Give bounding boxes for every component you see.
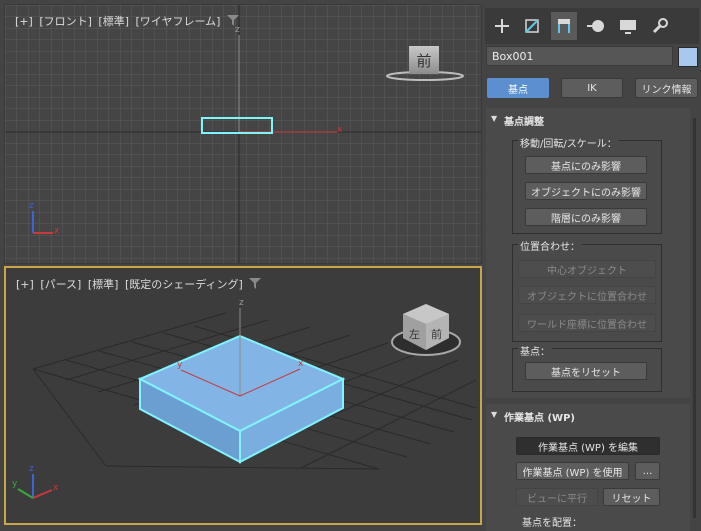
viewport-pov-menu[interactable]: [パース] — [40, 278, 81, 291]
viewcube-face-label: 前 — [416, 51, 432, 70]
create-plus-icon — [495, 19, 509, 33]
hierarchy-icon — [558, 19, 570, 33]
command-panel: Box001 基点 IK リンク情報 ▼ 基点調整 移動/回転/スケール： 基点… — [483, 0, 701, 531]
rollout-adjust-pivot-title[interactable]: 基点調整 — [504, 113, 544, 128]
use-working-pivot-button[interactable]: 作業基点 (WP) を使用 — [516, 462, 629, 480]
affect-pivot-only-button[interactable]: 基点にのみ影響 — [525, 156, 647, 174]
center-to-object-button[interactable]: 中心オブジェクト — [518, 260, 656, 278]
front-viewport[interactable]: z x z x [+] [フロント] [標準] [ワイヤフレーム] 前 — [4, 4, 482, 264]
ik-mode-button[interactable]: IK — [561, 78, 623, 98]
perspective-viewport[interactable]: z y x z x y [+] [パース] [標準] [既定のシェーディング] … — [4, 266, 482, 525]
tab-hierarchy[interactable] — [551, 12, 577, 40]
reset-working-pivot-button[interactable]: リセット — [603, 488, 660, 506]
object-name-field[interactable]: Box001 — [486, 46, 673, 66]
tab-display[interactable] — [615, 12, 641, 40]
align-to-object-button[interactable]: オブジェクトに位置合わせ — [518, 286, 656, 304]
align-group-label: 位置合わせ： — [518, 238, 582, 253]
utilities-wrench-icon — [652, 18, 668, 34]
viewcube-graphic — [391, 304, 461, 356]
tab-create[interactable] — [489, 12, 515, 40]
display-icon — [620, 20, 636, 34]
reset-pivot-button[interactable]: 基点をリセット — [525, 362, 647, 380]
rollout-collapse-arrow-icon[interactable]: ▼ — [491, 114, 497, 123]
viewport-shading-menu[interactable]: [ワイヤフレーム] — [136, 15, 221, 28]
tab-modify[interactable] — [519, 12, 545, 40]
funnel-icon[interactable] — [226, 15, 239, 26]
viewcube-left-label: 左 — [409, 328, 420, 341]
object-color-swatch[interactable] — [678, 47, 698, 67]
viewcube-front-face[interactable]: 前 — [409, 46, 439, 74]
affect-object-only-button[interactable]: オブジェクトにのみ影響 — [525, 182, 647, 200]
rollout-working-pivot-title[interactable]: 作業基点 (WP) — [504, 409, 575, 424]
viewcube[interactable]: 前 — [385, 43, 465, 85]
rollout-adjust-pivot: ▼ 基点調整 移動/回転/スケール： 基点にのみ影響 オブジェクトにのみ影響 階… — [486, 108, 690, 398]
gizmo-y-label: y — [177, 360, 183, 370]
world-x-label: x — [53, 483, 59, 493]
viewport-plus-menu[interactable]: [+] — [15, 15, 33, 28]
world-x-label: x — [54, 226, 60, 236]
viewport-standard-menu[interactable]: [標準] — [98, 15, 129, 28]
affect-hierarchy-only-button[interactable]: 階層にのみ影響 — [525, 208, 647, 226]
object-name-text: Box001 — [492, 50, 534, 63]
gizmo-x-label: x — [298, 359, 304, 369]
move-group-label: 移動/回転/スケール： — [518, 135, 619, 150]
command-panel-tabs — [485, 8, 699, 44]
world-z-label: z — [29, 201, 34, 211]
viewport-plus-menu[interactable]: [+] — [16, 278, 34, 291]
panel-scrollbar[interactable] — [693, 118, 696, 518]
viewcube[interactable]: 左 前 — [387, 298, 465, 360]
motion-icon — [587, 20, 604, 32]
tab-motion[interactable] — [583, 12, 609, 40]
rollout-collapse-arrow-icon[interactable]: ▼ — [491, 410, 497, 419]
world-z-label: z — [29, 464, 34, 474]
working-pivot-options-button[interactable]: ... — [635, 462, 660, 480]
viewport-pov-menu[interactable]: [フロント] — [39, 15, 92, 28]
pivot-group-label: 基点： — [518, 343, 552, 358]
front-viewport-label[interactable]: [+] [フロント] [標準] [ワイヤフレーム] — [15, 13, 239, 29]
rollout-working-pivot: ▼ 作業基点 (WP) 作業基点 (WP) を編集 作業基点 (WP) を使用 … — [486, 404, 690, 531]
viewport-standard-menu[interactable]: [標準] — [88, 278, 119, 291]
gizmo-x-label: x — [337, 125, 343, 135]
align-to-world-button[interactable]: ワールド座標に位置合わせ — [518, 314, 656, 332]
modify-icon — [525, 19, 539, 33]
funnel-icon[interactable] — [249, 278, 262, 289]
link-info-mode-button[interactable]: リンク情報 — [635, 78, 698, 98]
tab-utilities[interactable] — [647, 12, 673, 40]
viewcube-front-label: 前 — [431, 328, 442, 341]
align-to-view-button[interactable]: ビューに平行 — [516, 488, 598, 506]
perspective-viewport-label[interactable]: [+] [パース] [標準] [既定のシェーディング] — [16, 276, 262, 292]
world-y-label: y — [12, 479, 18, 489]
place-pivot-label: 基点を配置： — [522, 518, 582, 529]
viewport-shading-menu[interactable]: [既定のシェーディング] — [125, 278, 243, 291]
gizmo-z-label: z — [239, 298, 244, 308]
edit-working-pivot-button[interactable]: 作業基点 (WP) を編集 — [516, 437, 660, 455]
pivot-mode-button[interactable]: 基点 — [487, 78, 549, 98]
